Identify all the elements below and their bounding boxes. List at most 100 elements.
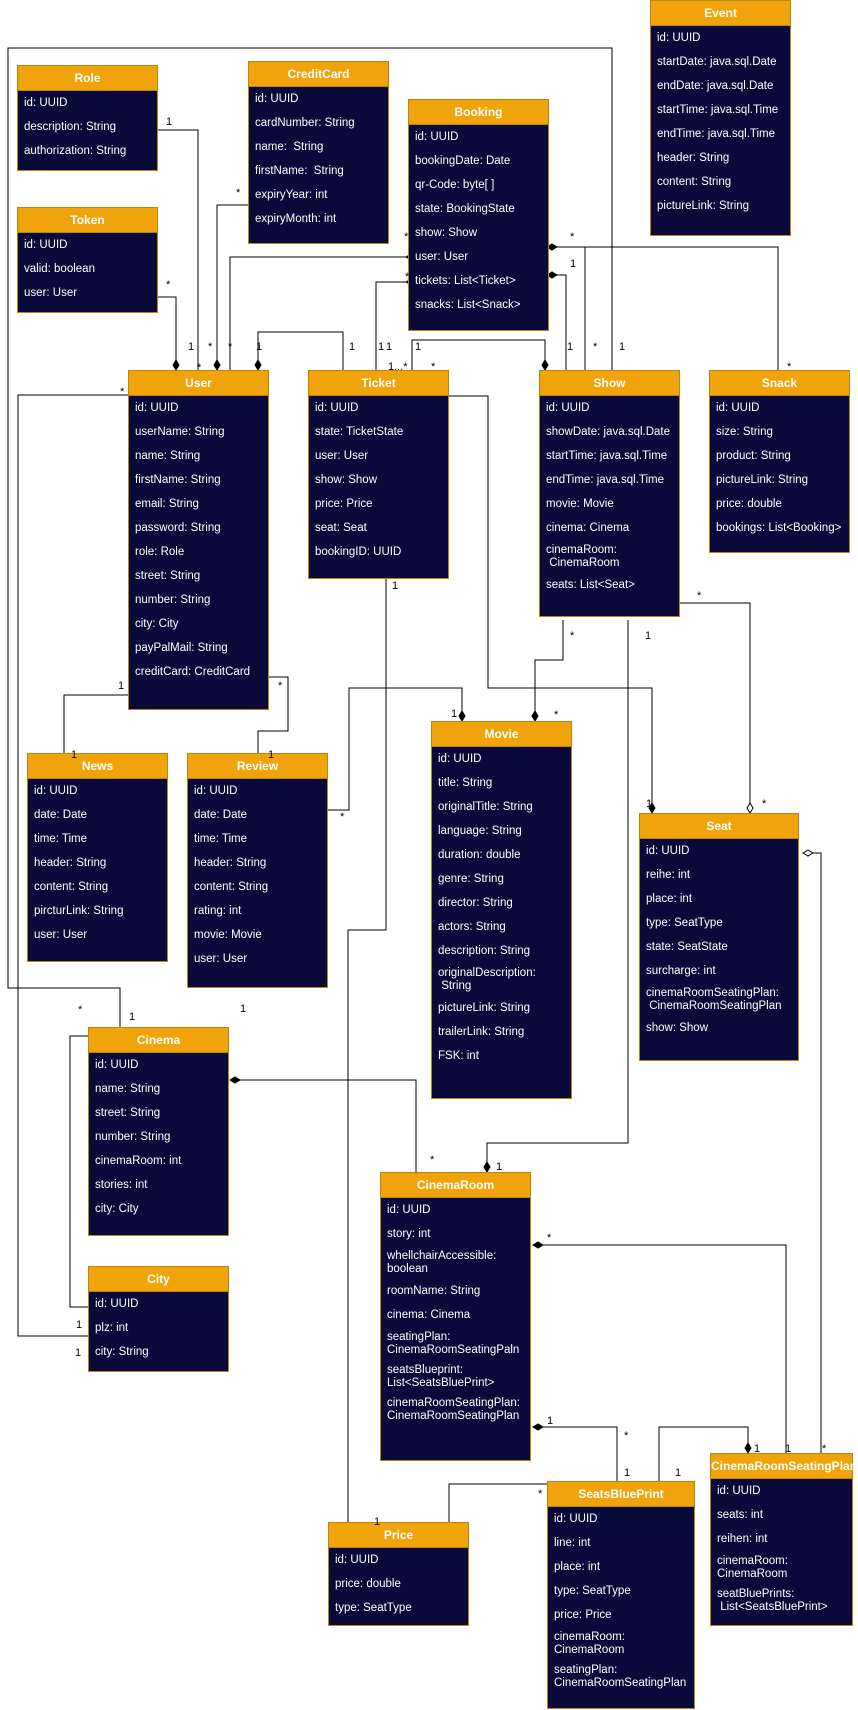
class-attribute: cinemaRoom: CinemaRoom [546,544,620,569]
class-attribute: pircturLink: String [34,905,124,917]
multiplicity-label: 1 [378,341,385,353]
class-price-attrs: id: UUID price: double type: SeatType [329,1548,468,1620]
class-attribute: number: String [135,594,211,606]
class-show-attrs: id: UUID showDate: java.sql.Date startTime… [540,396,679,597]
class-attribute: originalDescription: String [438,967,536,992]
class-attribute: price: Price [554,1609,612,1621]
class-booking-name: Booking [409,100,548,125]
multiplicity-label: 1...* [388,361,408,373]
multiplicity-label: * [120,386,125,398]
class-attribute: creditCard: CreditCard [135,666,251,678]
multiplicity-label: 1 [785,1443,792,1455]
multiplicity-label: 1 [386,341,393,353]
class-attribute: header: String [657,152,730,164]
class-creditcard[interactable]: CreditCard id: UUID cardNumber: String nam… [248,61,389,244]
class-attribute: cinemaRoomSeatingPlan: CinemaRoomSeating… [387,1397,520,1422]
class-attribute: name: String [135,450,201,462]
class-event[interactable]: Event id: UUID startDate: java.sql.Date en… [650,0,791,236]
class-snack[interactable]: Snack id: UUID size: String product: Strin… [709,370,850,553]
class-seat[interactable]: Seat id: UUID reihe: int place: int type: S… [639,813,799,1061]
class-attribute: type: SeatType [335,1602,412,1614]
multiplicity-label: * [404,231,409,243]
class-city[interactable]: City id: UUID plz: int city: String [88,1266,229,1372]
class-booking[interactable]: Booking id: UUID bookingDate: Date qr-Code… [408,99,549,331]
class-attribute: tickets: List<Ticket> [415,275,516,287]
class-attribute: header: String [194,857,267,869]
class-attribute: type: SeatType [554,1585,631,1597]
class-cinemaroom-name: CinemaRoom [381,1173,530,1198]
class-token-name: Token [18,208,157,233]
class-cinemaroom[interactable]: CinemaRoom id: UUID story: int whellchairA… [380,1172,531,1461]
class-news[interactable]: News id: UUID date: Date time: Time header:… [27,753,168,962]
class-attribute: actors: String [438,921,506,933]
class-seatsblueprint-name: SeatsBluePrint [548,1482,694,1507]
class-attribute: cinemaRoom: int [95,1155,182,1167]
class-attribute: cinemaRoomSeatingPlan: CinemaRoomSeating… [646,987,782,1012]
class-token[interactable]: Token id: UUID valid: boolean user: User [17,207,158,313]
multiplicity-label: * [228,341,233,353]
class-attribute: id: UUID [255,93,299,105]
class-attribute: startTime: java.sql.Time [546,450,668,462]
class-attribute: cinemaRoom: CinemaRoom [717,1555,788,1580]
class-attribute: expiryYear: int [255,189,328,201]
class-attribute: snacks: List<Snack> [415,299,521,311]
class-attribute: place: int [554,1561,601,1573]
class-attribute: email: String [135,498,199,510]
class-show[interactable]: Show id: UUID showDate: java.sql.Date star… [539,370,680,617]
class-attribute: reihen: int [717,1533,768,1545]
class-seatsblueprint-attrs: id: UUID line: int place: int type: SeatTyp… [548,1507,694,1693]
multiplicity-label: * [197,362,202,374]
class-attribute: id: UUID [95,1059,139,1071]
class-price[interactable]: Price id: UUID price: double type: SeatTyp… [328,1522,469,1626]
class-attribute: content: String [194,881,269,893]
class-role-attrs: id: UUID description: String authorization… [18,91,157,163]
multiplicity-label: * [547,1232,552,1244]
multiplicity-label: 1 [675,1467,682,1479]
class-seatingplan[interactable]: CinemaRoomSeatingPlan id: UUID seats: int… [710,1453,857,1626]
class-attribute: pictureLink: String [657,200,750,212]
class-attribute: endDate: java.sql.Date [657,80,774,92]
class-attribute: line: int [554,1537,591,1549]
class-attribute: cinema: Cinema [546,522,630,534]
class-attribute: seat: Seat [315,522,367,534]
multiplicity-label: 1 [76,1319,83,1331]
class-user-name: User [129,371,268,396]
class-cinema-attrs: id: UUID name: String street: String number… [89,1053,228,1221]
multiplicity-label: * [208,341,213,353]
class-attribute: seatingPlan: CinemaRoomSeatingPaln [387,1331,520,1356]
class-price-name: Price [329,1523,468,1548]
class-ticket[interactable]: Ticket id: UUID state: TicketState user: U… [308,370,449,579]
class-attribute: firstName: String [135,474,221,486]
class-movie[interactable]: Movie id: UUID title: String originalTitle… [431,721,572,1099]
class-attribute: reihe: int [646,869,691,881]
class-user[interactable]: User id: UUID userName: String name: Strin… [128,370,269,710]
class-attribute: seatBluePrints: List<SeatsBluePrint> [717,1588,828,1613]
multiplicity-label: 1 [374,1516,381,1528]
class-seatsblueprint[interactable]: SeatsBluePrint id: UUID line: int place: i… [547,1481,695,1709]
class-attribute: place: int [646,893,693,905]
class-attribute: endTime: java.sql.Time [657,128,776,140]
class-cinema[interactable]: Cinema id: UUID name: String street: Strin… [88,1027,229,1236]
class-attribute: price: double [716,498,782,510]
multiplicity-label: * [697,590,702,602]
class-attribute: startDate: java.sql.Date [657,56,777,68]
class-attribute: FSK: int [438,1050,479,1062]
multiplicity-label: 1 [619,341,626,353]
class-city-attrs: id: UUID plz: int city: String [89,1292,228,1364]
class-attribute: id: UUID [554,1513,598,1525]
class-attribute: genre: String [438,873,504,885]
class-attribute: id: UUID [335,1554,379,1566]
class-attribute: user: User [415,251,469,263]
class-attribute: originalTitle: String [438,801,533,813]
class-attribute: id: UUID [135,402,179,414]
class-attribute: id: UUID [438,753,482,765]
class-role[interactable]: Role id: UUID description: String authoriz… [17,65,158,171]
class-attribute: movie: Movie [194,929,262,941]
class-review[interactable]: Review id: UUID date: Date time: Time heade… [187,753,328,988]
class-attribute: title: String [438,777,493,789]
class-attribute: user: User [24,287,78,299]
class-show-name: Show [540,371,679,396]
class-review-name: Review [188,754,327,779]
multiplicity-label: * [78,1004,83,1016]
multiplicity-label: * [236,187,241,199]
